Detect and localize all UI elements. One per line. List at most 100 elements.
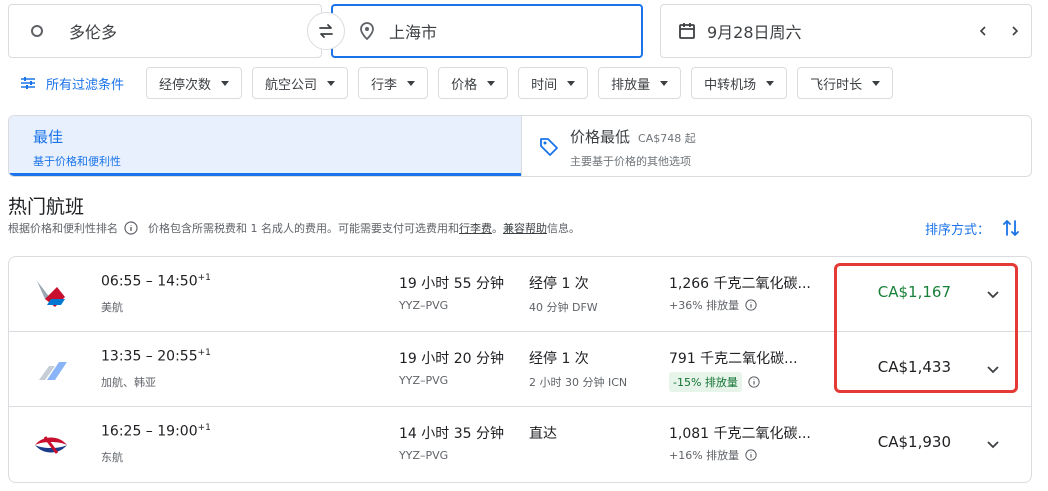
airline-name: 加航、韩亚 bbox=[101, 376, 156, 389]
info-icon[interactable] bbox=[745, 449, 757, 461]
flight-stops: 直达 bbox=[529, 426, 557, 442]
sort-tabs: 最佳 基于价格和便利性 价格最低 CA$748 起 主要基于价格的其他选项 bbox=[8, 115, 1032, 177]
all-filters-button[interactable]: 所有过滤条件 bbox=[20, 74, 124, 93]
filter-bar: 所有过滤条件 经停次数 航空公司 行李 价格 时间 排放量 中转机场 飞行时长 bbox=[8, 67, 903, 99]
filter-connecting-airports[interactable]: 中转机场 bbox=[691, 67, 788, 99]
date-value: 9月28日周六 bbox=[707, 23, 802, 42]
flight-price: CA$1,167 bbox=[877, 283, 951, 301]
info-icon[interactable] bbox=[124, 221, 138, 235]
depart-time: 16:25 bbox=[101, 423, 142, 440]
origin-circle-icon bbox=[31, 25, 43, 37]
filter-price[interactable]: 价格 bbox=[438, 67, 509, 99]
flight-times: 13:35 – 20:55+1 bbox=[101, 348, 211, 365]
note-sep: 。 bbox=[492, 222, 503, 235]
sort-arrows-icon bbox=[1003, 220, 1019, 236]
chevron-down-icon bbox=[987, 366, 999, 374]
flight-stops: 经停 1 次 bbox=[529, 276, 589, 292]
expand-button[interactable] bbox=[981, 358, 1005, 382]
swap-button[interactable] bbox=[307, 12, 345, 50]
filter-emissions[interactable]: 排放量 bbox=[598, 67, 682, 99]
sort-label: 排序方式： bbox=[924, 222, 990, 238]
next-date-button[interactable] bbox=[1003, 19, 1027, 43]
filter-stops[interactable]: 经停次数 bbox=[146, 67, 243, 99]
emissions-diff-badge: -15% 排放量 bbox=[669, 372, 742, 392]
caret-down-icon bbox=[660, 80, 669, 86]
destination-field[interactable]: 上海市 bbox=[331, 4, 643, 58]
origin-field[interactable]: 多伦多 bbox=[8, 4, 322, 58]
info-icon[interactable] bbox=[745, 299, 757, 311]
filter-airlines[interactable]: 航空公司 bbox=[252, 67, 349, 99]
note-end: 信息。 bbox=[547, 222, 580, 235]
airline-name: 东航 bbox=[101, 451, 123, 464]
flight-duration: 14 小时 35 分钟 bbox=[399, 426, 504, 442]
filter-sliders-icon bbox=[21, 77, 35, 89]
caret-down-icon bbox=[567, 80, 576, 86]
co2-emissions: 791 千克二氧化碳... bbox=[669, 351, 798, 367]
flight-stops: 经停 1 次 bbox=[529, 351, 589, 367]
flight-price: CA$1,930 bbox=[877, 433, 951, 451]
price-tag-icon bbox=[540, 138, 558, 156]
expand-button[interactable] bbox=[981, 433, 1005, 457]
arrive-time: 20:55 bbox=[157, 348, 198, 365]
co2-emissions: 1,266 千克二氧化碳... bbox=[669, 276, 811, 292]
chip-label: 时间 bbox=[531, 77, 558, 93]
flight-duration: 19 小时 20 分钟 bbox=[399, 351, 504, 367]
flight-duration: 19 小时 55 分钟 bbox=[399, 276, 504, 292]
filter-times[interactable]: 时间 bbox=[518, 67, 589, 99]
flight-row[interactable]: 13:35 – 20:55+1 加航、韩亚 19 小时 20 分钟 YYZ–PV… bbox=[9, 332, 1031, 407]
tab-best-title: 最佳 bbox=[33, 128, 64, 146]
ranking-text: 根据价格和便利性排名 bbox=[8, 222, 118, 235]
origin-value: 多伦多 bbox=[69, 23, 118, 42]
caret-down-icon bbox=[407, 80, 416, 86]
flight-row[interactable]: 06:55 – 14:50+1 美航 19 小时 55 分钟 YYZ–PVG 经… bbox=[9, 257, 1031, 332]
depart-time: 06:55 bbox=[101, 273, 142, 290]
emissions-diff: +36% 排放量 bbox=[669, 297, 757, 313]
tab-best-subtitle: 基于价格和便利性 bbox=[33, 155, 121, 168]
filter-bags[interactable]: 行李 bbox=[358, 67, 429, 99]
location-pin-icon bbox=[360, 22, 374, 41]
help-link[interactable]: 兼容帮助 bbox=[503, 220, 547, 236]
sort-button[interactable]: 排序方式： bbox=[925, 218, 1020, 238]
arrive-time: 19:00 bbox=[157, 423, 198, 440]
chip-label: 经停次数 bbox=[159, 77, 212, 93]
plus-day: +1 bbox=[197, 423, 211, 433]
airline-name: 美航 bbox=[101, 301, 123, 314]
prev-date-button[interactable] bbox=[971, 19, 995, 43]
chevron-right-icon bbox=[1012, 26, 1019, 36]
flight-route: YYZ–PVG bbox=[399, 299, 449, 312]
flight-route: YYZ–PVG bbox=[399, 449, 449, 462]
flight-route: YYZ–PVG bbox=[399, 374, 449, 387]
tab-best[interactable]: 最佳 基于价格和便利性 bbox=[9, 116, 521, 176]
american-airlines-logo bbox=[37, 281, 65, 307]
caret-down-icon bbox=[872, 80, 881, 86]
co2-emissions: 1,081 千克二氧化碳... bbox=[669, 426, 811, 442]
chevron-left-icon bbox=[979, 26, 986, 36]
flight-row[interactable]: 16:25 – 19:00+1 东航 14 小时 35 分钟 YYZ–PVG 直… bbox=[9, 407, 1031, 482]
arrive-time: 14:50 bbox=[157, 273, 198, 290]
tab-cheapest[interactable]: 价格最低 CA$748 起 主要基于价格的其他选项 bbox=[521, 116, 1031, 176]
bag-fees-link[interactable]: 行李费 bbox=[459, 220, 492, 236]
price-note: 价格包含所需税费和 1 名成人的费用。可能需要支付可选费用和 bbox=[148, 222, 459, 235]
all-filters-label: 所有过滤条件 bbox=[46, 77, 125, 93]
chevron-down-icon bbox=[987, 291, 999, 299]
info-icon[interactable] bbox=[748, 376, 760, 388]
chip-label: 价格 bbox=[451, 77, 478, 93]
tab-cheapest-subtitle: 主要基于价格的其他选项 bbox=[570, 155, 691, 168]
caret-down-icon bbox=[487, 80, 496, 86]
emissions-diff-text: +36% 排放量 bbox=[669, 299, 740, 312]
filter-duration[interactable]: 飞行时长 bbox=[797, 67, 894, 99]
expand-button[interactable] bbox=[981, 283, 1005, 307]
layover-info: 40 分钟 DFW bbox=[529, 301, 598, 314]
date-field[interactable]: 9月28日周六 bbox=[660, 4, 1032, 58]
flight-price: CA$1,433 bbox=[877, 358, 951, 376]
chip-label: 行李 bbox=[371, 77, 398, 93]
chip-label: 中转机场 bbox=[704, 77, 757, 93]
layover-info: 2 小时 30 分钟 ICN bbox=[529, 376, 628, 389]
air-canada-asiana-logo bbox=[39, 362, 67, 380]
caret-down-icon bbox=[221, 80, 230, 86]
china-eastern-logo bbox=[35, 436, 67, 454]
caret-down-icon bbox=[327, 80, 336, 86]
tab-cheapest-title: 价格最低 bbox=[570, 128, 631, 146]
section-subtitle: 根据价格和便利性排名 价格包含所需税费和 1 名成人的费用。可能需要支付可选费用… bbox=[8, 220, 580, 236]
caret-down-icon bbox=[766, 80, 775, 86]
